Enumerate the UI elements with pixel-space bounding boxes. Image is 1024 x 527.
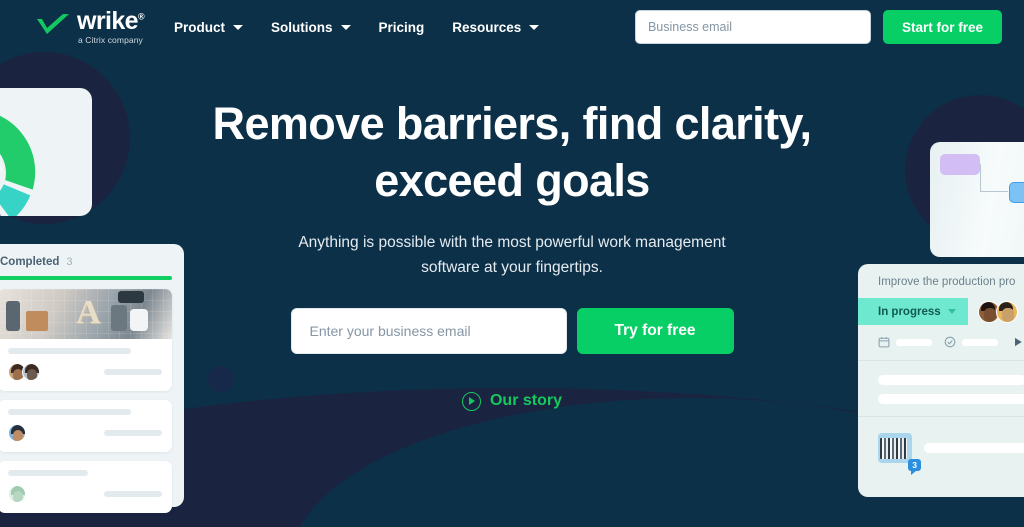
avatar (8, 484, 26, 503)
page-title: Remove barriers, find clarity, exceed go… (182, 96, 842, 209)
task-card-footer (8, 423, 162, 442)
site-header: wrike® a Citrix company Product Solution… (0, 0, 1024, 54)
avatar-group[interactable] (8, 484, 26, 503)
placeholder-line (8, 469, 89, 476)
avatar (8, 423, 26, 442)
wrike-logo[interactable]: wrike® a Citrix company (36, 7, 145, 46)
attachment-thumbnail[interactable]: 3 (878, 433, 921, 475)
task-card-plain-2[interactable] (0, 460, 172, 513)
avatar-group[interactable] (8, 423, 26, 442)
hero-signup-form: Try for free (0, 307, 1024, 354)
registered-mark: ® (137, 11, 145, 22)
chevron-down-icon (529, 24, 540, 30)
header-cta-group: Start for free (634, 10, 1002, 44)
placeholder-line (104, 429, 162, 436)
production-attachment-row: 3 (858, 417, 1024, 475)
nav-item-product[interactable]: Product (174, 20, 243, 35)
logo-wordmark: wrike® (77, 7, 145, 36)
placeholder-line (924, 443, 1024, 453)
try-for-free-button[interactable]: Try for free (576, 307, 734, 354)
nav-item-resources[interactable]: Resources (452, 19, 540, 35)
nav-label: Product (173, 19, 225, 35)
wrike-checkmark-icon (37, 14, 69, 35)
task-card-body (0, 461, 172, 513)
logo-tagline: a Citrix company (78, 35, 143, 46)
task-card-footer (8, 484, 162, 503)
hero-content: Remove barriers, find clarity, exceed go… (0, 96, 1024, 411)
our-story-label: Our story (489, 392, 562, 410)
hero-subheadline: Anything is possible with the most power… (298, 234, 726, 277)
logo-wordmark-block: wrike® a Citrix company (77, 7, 145, 46)
start-for-free-button[interactable]: Start for free (882, 10, 1002, 44)
nav-item-solutions[interactable]: Solutions (271, 20, 351, 35)
nav-label: Pricing (378, 19, 425, 35)
nav-label: Solutions (271, 19, 333, 35)
nav-label: Resources (452, 19, 522, 35)
headline-line-1: Remove barriers, find clarity, (212, 98, 813, 149)
header-email-input[interactable] (634, 10, 871, 44)
comment-count-badge: 3 (908, 459, 921, 475)
play-circle-icon (461, 391, 481, 411)
nav-item-pricing[interactable]: Pricing (379, 20, 425, 35)
headline-line-2: exceed goals (374, 154, 650, 206)
barcode-graphic (880, 438, 907, 459)
hero-email-input[interactable] (290, 307, 567, 354)
our-story-link[interactable]: Our story (461, 391, 562, 411)
chevron-down-icon (340, 24, 351, 30)
chevron-down-icon (233, 24, 243, 30)
main-nav: Product Solutions Pricing Resources (174, 19, 540, 35)
placeholder-line (104, 490, 162, 497)
hero-stage: wrike® a Citrix company Product Solution… (0, 0, 1024, 527)
